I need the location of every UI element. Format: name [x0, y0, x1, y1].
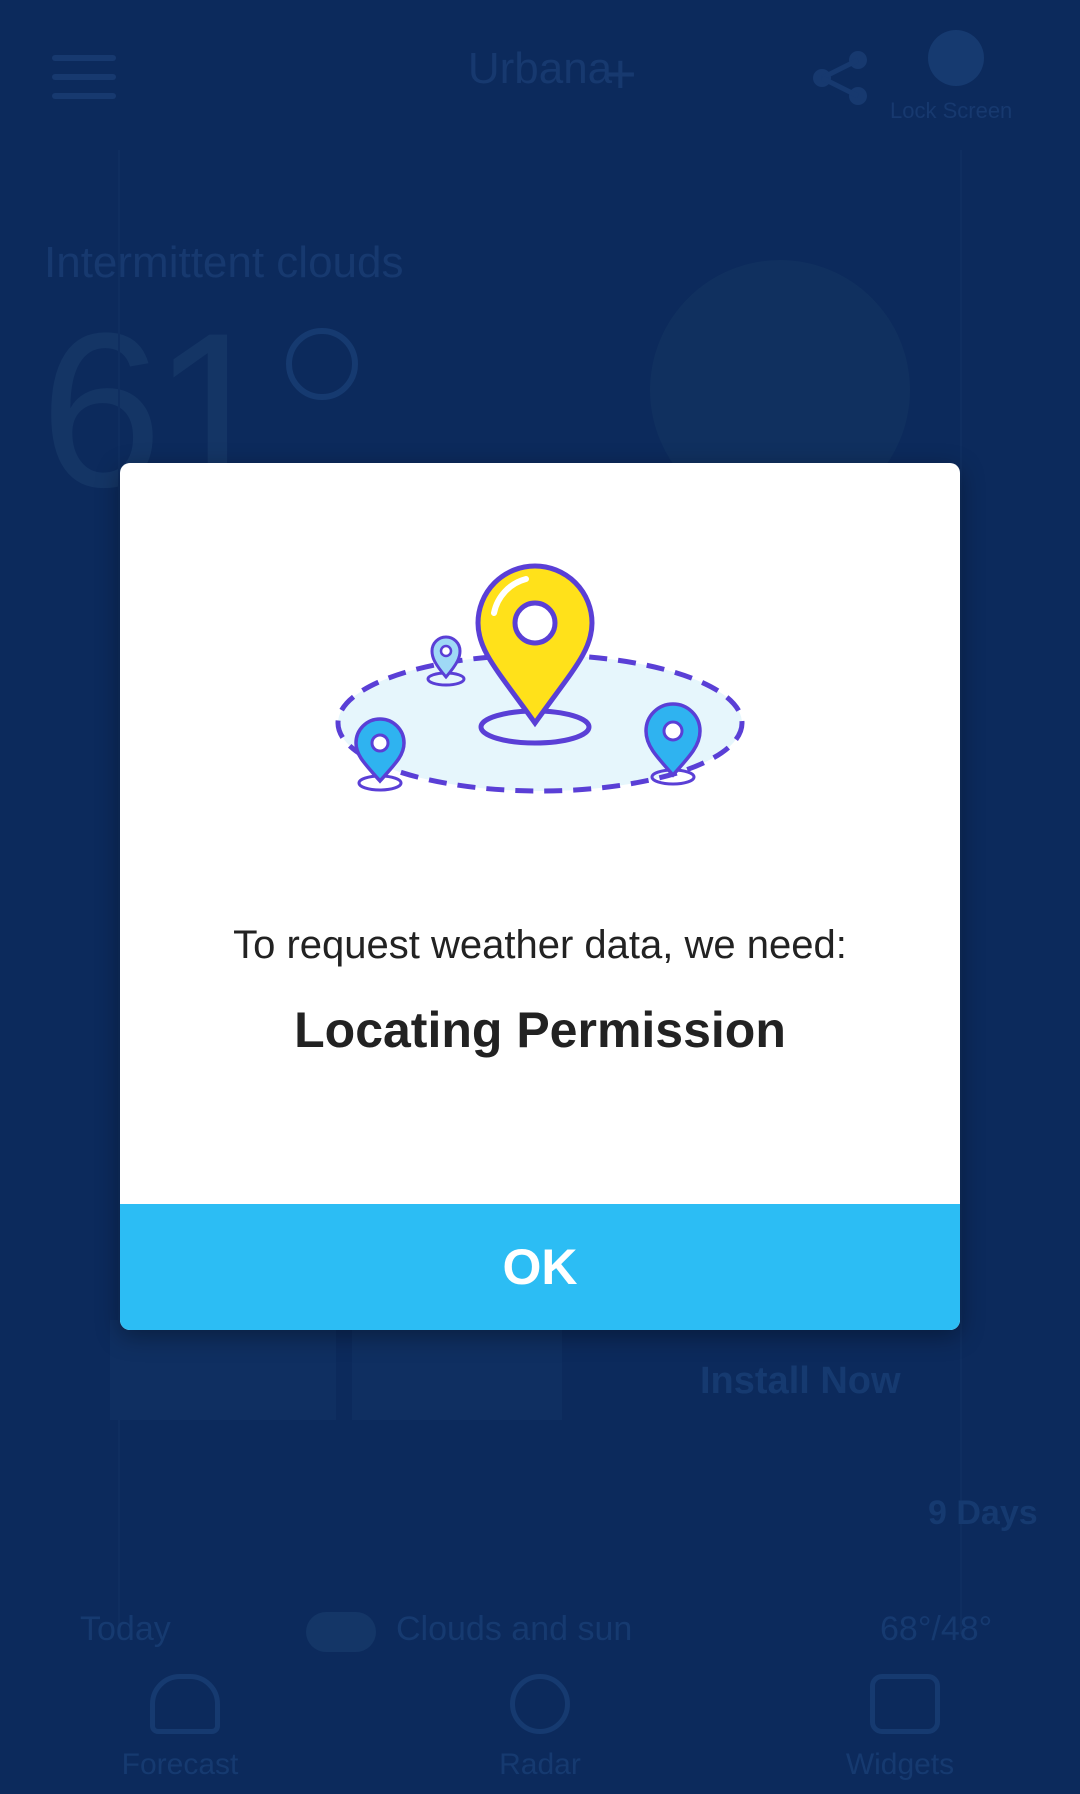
degree-icon	[286, 328, 358, 400]
forecast-row: Today Clouds and sun 68°/48°	[0, 1610, 1080, 1660]
bottom-nav: Forecast Radar Widgets	[0, 1664, 1080, 1794]
lock-screen-icon	[928, 30, 984, 86]
permission-title: Locating Permission	[294, 1002, 786, 1058]
forecast-day: Today	[80, 1610, 171, 1648]
divider	[960, 150, 962, 1634]
ad-card	[110, 1320, 336, 1420]
main-pin-icon	[475, 563, 595, 746]
app-bar: Urbana + Lock Screen	[0, 0, 1080, 150]
radar-icon	[510, 1674, 570, 1734]
forecast-condition: Clouds and sun	[396, 1610, 633, 1648]
forecast-icon	[150, 1674, 220, 1734]
screen: Urbana + Lock Screen Intermittent clouds…	[0, 0, 1080, 1794]
city-title: Urbana	[467, 44, 613, 93]
permission-prompt: To request weather data, we need:	[233, 923, 847, 967]
permission-dialog: To request weather data, we need: Locati…	[120, 463, 960, 1330]
left-pin-icon	[354, 717, 406, 792]
current-condition: Intermittent clouds	[44, 238, 404, 287]
nav-widgets: Widgets	[845, 1748, 955, 1781]
ad-card	[352, 1320, 562, 1420]
share-icon	[813, 51, 867, 105]
location-pins-illustration	[335, 563, 745, 794]
widgets-icon	[870, 1674, 940, 1734]
ok-button[interactable]: OK	[120, 1204, 960, 1330]
nav-forecast: Forecast	[121, 1748, 239, 1781]
nav-radar: Radar	[499, 1748, 581, 1781]
add-city-icon: +	[604, 42, 637, 105]
install-label: Install Now	[700, 1360, 901, 1402]
days-label: 9 Days	[928, 1494, 1038, 1532]
lock-screen-label: Lock Screen	[890, 98, 1013, 123]
forecast-temps: 68°/48°	[880, 1610, 993, 1648]
cloud-icon	[306, 1612, 376, 1652]
